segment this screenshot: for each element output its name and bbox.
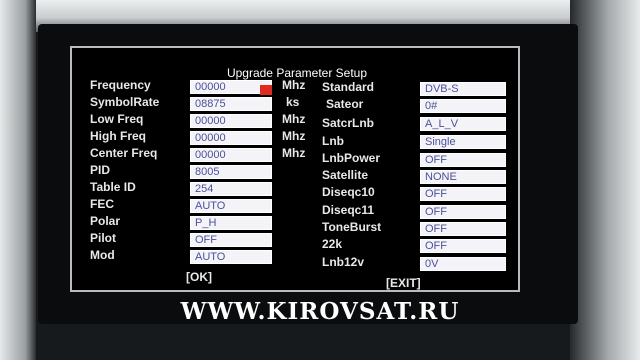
polar-label: Polar	[90, 214, 121, 228]
frequency-unit: Mhz	[282, 78, 306, 92]
symbolrate-field[interactable]: 08875	[190, 97, 272, 111]
lnb-label: Lnb	[322, 134, 344, 148]
selection-marker	[260, 85, 272, 95]
lnb12v-field[interactable]: 0V	[420, 257, 506, 271]
lnb-field[interactable]: Single	[420, 135, 506, 149]
mod-label: Mod	[90, 248, 115, 262]
sateor-field[interactable]: 0#	[420, 99, 506, 113]
lnbpower-field[interactable]: OFF	[420, 153, 506, 167]
fec-field[interactable]: AUTO	[190, 199, 272, 213]
watermark-text: WWW.KIROVSAT.RU	[180, 298, 460, 325]
low-freq-label: Low Freq	[90, 112, 144, 126]
22k-field[interactable]: OFF	[420, 239, 506, 253]
pid-field[interactable]: 8005	[190, 165, 272, 179]
diseqc11-field[interactable]: OFF	[420, 205, 506, 219]
diseqc10-field[interactable]: OFF	[420, 187, 506, 201]
fec-label: FEC	[90, 197, 114, 211]
high-freq-field[interactable]: 00000	[190, 131, 272, 145]
satcrlnb-field[interactable]: A_L_V	[420, 117, 506, 131]
pilot-field[interactable]: OFF	[190, 233, 272, 247]
symbolrate-unit: ks	[286, 95, 300, 109]
center-freq-field[interactable]: 00000	[190, 148, 272, 162]
center-freq-unit: Mhz	[282, 146, 306, 160]
lnbpower-label: LnbPower	[322, 151, 381, 165]
exit-button[interactable]: [EXIT]	[386, 276, 421, 290]
pilot-label: Pilot	[90, 231, 116, 245]
toneburst-label: ToneBurst	[322, 220, 382, 234]
standard-label: Standard	[322, 80, 375, 94]
high-freq-unit: Mhz	[282, 129, 306, 143]
sateor-label: Sateor	[326, 97, 364, 111]
polar-field[interactable]: P_H	[190, 216, 272, 230]
22k-label: 22k	[322, 237, 343, 251]
table-id-field[interactable]: 254	[190, 182, 272, 196]
satellite-label: Satellite	[322, 168, 369, 182]
low-freq-unit: Mhz	[282, 112, 306, 126]
toneburst-field[interactable]: OFF	[420, 222, 506, 236]
table-id-label: Table ID	[90, 180, 136, 194]
mod-field[interactable]: AUTO	[190, 250, 272, 264]
symbolrate-label: SymbolRate	[90, 95, 160, 109]
ok-button[interactable]: [OK]	[186, 270, 212, 284]
high-freq-label: High Freq	[90, 129, 146, 143]
satcrlnb-label: SatcrLnb	[322, 116, 375, 130]
diseqc10-label: Diseqc10	[322, 185, 375, 199]
lnb12v-label: Lnb12v	[322, 255, 365, 269]
center-freq-label: Center Freq	[90, 146, 158, 160]
low-freq-field[interactable]: 00000	[190, 114, 272, 128]
diseqc11-label: Diseqc11	[322, 203, 375, 217]
frequency-label: Frequency	[90, 78, 151, 92]
satellite-field[interactable]: NONE	[420, 170, 506, 184]
standard-field[interactable]: DVB-S	[420, 82, 506, 96]
pid-label: PID	[90, 163, 111, 177]
osd-screen: Upgrade Parameter Setup Frequency Symbol…	[70, 46, 520, 292]
